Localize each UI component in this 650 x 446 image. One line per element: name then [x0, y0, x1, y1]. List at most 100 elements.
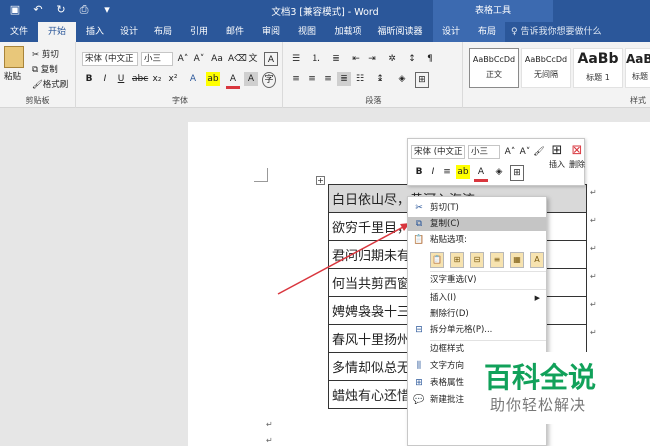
- grow-font-icon[interactable]: A˄: [176, 52, 190, 66]
- increase-indent-icon[interactable]: ⇥: [365, 52, 379, 66]
- menu-label: 复制(C): [430, 219, 460, 229]
- mini-bold-icon[interactable]: B: [412, 165, 426, 179]
- subscript-icon[interactable]: x₂: [150, 72, 164, 86]
- cut-label: 剪切: [41, 50, 59, 60]
- table-move-handle[interactable]: +: [316, 176, 325, 185]
- tab-file[interactable]: 文件: [4, 22, 34, 42]
- format-painter-label: 格式刷: [42, 80, 69, 90]
- borders-icon[interactable]: ⊞: [415, 72, 429, 88]
- style-heading-1[interactable]: AaBb 标题 1: [573, 48, 623, 88]
- mini-align-icon[interactable]: ≡: [440, 165, 454, 179]
- tab-design[interactable]: 设计: [114, 22, 144, 42]
- end-of-row-mark: ↵: [590, 188, 597, 197]
- tab-layout[interactable]: 布局: [148, 22, 178, 42]
- style-normal[interactable]: AaBbCcDd 正文: [469, 48, 519, 88]
- paste-button[interactable]: 粘贴: [4, 46, 26, 86]
- align-right-icon[interactable]: ≡: [321, 72, 335, 86]
- style-name: 标题 1: [586, 73, 610, 82]
- highlight-icon[interactable]: ab: [206, 72, 220, 86]
- mini-italic-icon[interactable]: I: [426, 165, 440, 179]
- paste-insert-rows-icon[interactable]: ≡: [490, 252, 504, 268]
- show-marks-icon[interactable]: ¶: [423, 52, 437, 66]
- style-name: 正文: [486, 70, 502, 79]
- style-title[interactable]: AaBb 标题: [625, 48, 650, 88]
- underline-icon[interactable]: U: [114, 72, 128, 86]
- enclose-character-icon[interactable]: 字: [262, 72, 276, 88]
- bullets-icon[interactable]: ☰: [289, 52, 303, 66]
- mini-font-size-select[interactable]: 小三: [468, 145, 500, 159]
- tab-foxit-reader[interactable]: 福昕阅读器: [372, 22, 428, 42]
- numbering-icon[interactable]: ⒈: [309, 52, 323, 66]
- character-border-icon[interactable]: A: [264, 52, 278, 66]
- font-size-value: 小三: [144, 54, 162, 64]
- multilevel-list-icon[interactable]: ≣: [329, 52, 343, 66]
- tab-mailings[interactable]: 邮件: [220, 22, 250, 42]
- tab-references[interactable]: 引用: [184, 22, 214, 42]
- paste-keep-source-icon[interactable]: 📋: [430, 252, 444, 268]
- menu-item-cut[interactable]: ✂ 剪切(T): [408, 201, 546, 215]
- italic-icon[interactable]: I: [98, 72, 112, 86]
- tab-table-design[interactable]: 设计: [433, 22, 469, 42]
- mini-highlight-icon[interactable]: ab: [456, 165, 470, 179]
- table-tools-title: 表格工具: [433, 0, 553, 22]
- tab-home[interactable]: 开始: [38, 22, 76, 42]
- tab-review[interactable]: 审阅: [256, 22, 286, 42]
- superscript-icon[interactable]: x²: [166, 72, 180, 86]
- chinese-layout-icon[interactable]: ✲: [385, 52, 399, 66]
- decrease-indent-icon[interactable]: ⇤: [349, 52, 363, 66]
- tab-insert[interactable]: 插入: [80, 22, 110, 42]
- menu-item-insert[interactable]: 插入(I) ▶: [408, 291, 546, 305]
- sort-icon[interactable]: ↕: [405, 52, 419, 66]
- menu-item-delete-row[interactable]: 删除行(D): [408, 307, 546, 321]
- align-center-icon[interactable]: ≡: [305, 72, 319, 86]
- align-left-icon[interactable]: ≡: [289, 72, 303, 86]
- style-no-spacing[interactable]: AaBbCcDd 无间隔: [521, 48, 571, 88]
- paste-overwrite-cells-icon[interactable]: ▦: [510, 252, 524, 268]
- mini-borders-icon[interactable]: ⊞: [510, 165, 524, 181]
- shrink-font-icon[interactable]: A˅: [192, 52, 206, 66]
- font-color-icon[interactable]: A: [226, 72, 240, 89]
- menu-item-copy[interactable]: ⧉ 复制(C): [408, 217, 546, 231]
- menu-label: 剪切(T): [430, 203, 459, 213]
- mini-grow-font-icon[interactable]: A˄: [503, 145, 517, 159]
- delete-table-icon: ⊠: [571, 143, 583, 158]
- font-size-select[interactable]: 小三: [141, 52, 173, 66]
- paste-text-only-icon[interactable]: A: [530, 252, 544, 268]
- strikethrough-icon[interactable]: abc: [132, 72, 148, 86]
- distributed-icon[interactable]: ☷: [353, 72, 367, 86]
- bold-icon[interactable]: B: [82, 72, 96, 86]
- copy-button[interactable]: ⧉ 复制: [32, 63, 58, 75]
- paste-nest-table-icon[interactable]: ⊞: [450, 252, 464, 268]
- cut-button[interactable]: ✂ 剪切: [32, 48, 59, 60]
- shading-icon[interactable]: ◈: [395, 72, 409, 86]
- text-effects-icon[interactable]: A: [186, 72, 200, 86]
- character-shading-icon[interactable]: A: [244, 72, 258, 86]
- change-case-icon[interactable]: Aa: [210, 52, 224, 66]
- menu-item-hanzi-reconvert[interactable]: 汉字重选(V): [408, 273, 546, 287]
- margin-corner-mark: [254, 168, 268, 182]
- menu-item-split-cells[interactable]: ⊟ 拆分单元格(P)...: [408, 323, 546, 337]
- menu-label: 表格属性: [430, 378, 465, 388]
- menu-label: 粘贴选项:: [430, 235, 467, 245]
- justify-icon[interactable]: ≣: [337, 72, 351, 86]
- copy-icon: ⧉: [32, 65, 39, 75]
- format-painter-button[interactable]: 🖌格式刷: [32, 78, 68, 90]
- tab-addins[interactable]: 加载项: [330, 22, 366, 42]
- mini-font-size-value: 小三: [471, 147, 489, 157]
- mini-insert-button[interactable]: ⊞ 插入: [548, 143, 566, 170]
- font-name-select[interactable]: 宋体 (中文正: [82, 52, 138, 66]
- mini-shrink-font-icon[interactable]: A˅: [518, 145, 532, 159]
- clear-formatting-icon[interactable]: A⌫: [228, 52, 247, 66]
- tab-table-layout[interactable]: 布局: [469, 22, 505, 42]
- phonetic-guide-icon[interactable]: 文: [246, 52, 260, 66]
- tell-me-search[interactable]: ♀ 告诉我你想要做什么: [511, 22, 601, 42]
- line-spacing-icon[interactable]: ↨: [373, 72, 387, 86]
- menu-label: 汉字重选(V): [430, 275, 477, 285]
- mini-shading-icon[interactable]: ◈: [492, 165, 506, 179]
- mini-format-painter-icon[interactable]: 🖌: [532, 145, 546, 159]
- mini-font-color-icon[interactable]: A: [474, 165, 488, 182]
- tab-view[interactable]: 视图: [292, 22, 322, 42]
- mini-font-name-select[interactable]: 宋体 (中文正: [411, 145, 465, 159]
- paste-merge-table-icon[interactable]: ⊟: [470, 252, 484, 268]
- mini-delete-button[interactable]: ⊠ 删除: [568, 143, 586, 170]
